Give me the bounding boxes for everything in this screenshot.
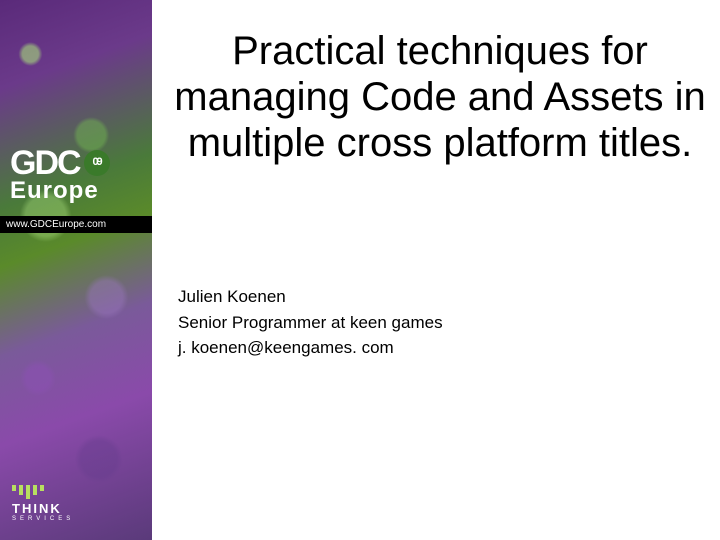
slide: GDC 09 Europe www.GDCEurope.com THINK SE… <box>0 0 720 540</box>
think-services-logo: THINK SERVICES <box>12 485 74 522</box>
gdc-europe-logo: GDC 09 Europe <box>10 148 142 205</box>
author-role: Senior Programmer at keen games <box>178 310 710 336</box>
author-email: j. koenen@keengames. com <box>178 335 710 361</box>
author-name: Julien Koenen <box>178 284 710 310</box>
logo-europe-text: Europe <box>10 177 142 205</box>
services-text: SERVICES <box>12 516 74 522</box>
logo-bars-icon <box>12 485 74 499</box>
think-text: THINK <box>12 501 74 516</box>
url-bar: www.GDCEurope.com <box>0 216 152 233</box>
slide-content: Practical techniques for managing Code a… <box>152 0 720 540</box>
slide-title: Practical techniques for managing Code a… <box>170 28 710 166</box>
logo-gdc-text: GDC <box>10 148 80 179</box>
sidebar-banner: GDC 09 Europe www.GDCEurope.com THINK SE… <box>0 0 152 540</box>
author-block: Julien Koenen Senior Programmer at keen … <box>178 284 710 361</box>
logo-year-badge: 09 <box>84 150 110 176</box>
